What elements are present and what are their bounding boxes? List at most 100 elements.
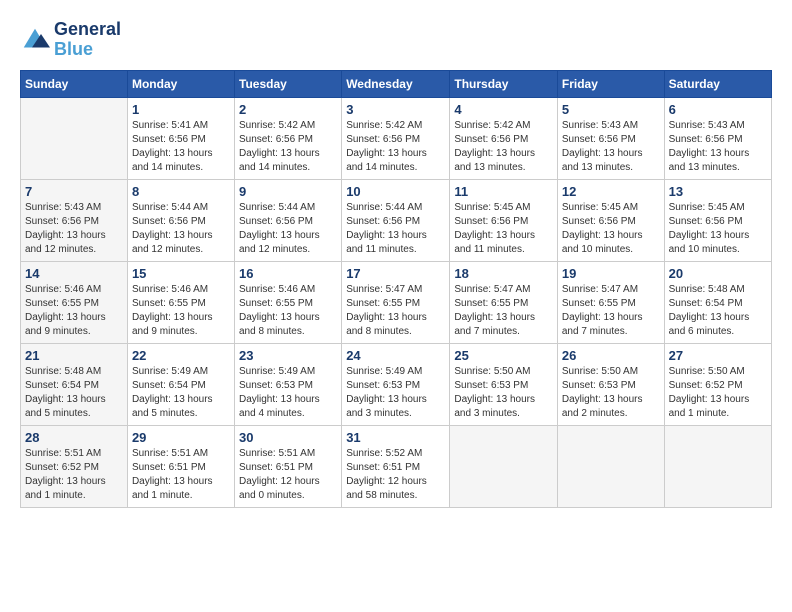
calendar-cell: 11 Sunrise: 5:45 AM Sunset: 6:56 PM Dayli…	[450, 179, 558, 261]
day-number: 6	[669, 102, 767, 117]
day-info: Sunrise: 5:50 AM Sunset: 6:52 PM Dayligh…	[669, 365, 767, 421]
weekday-header-saturday: Saturday	[664, 70, 771, 97]
calendar-cell: 2 Sunrise: 5:42 AM Sunset: 6:56 PM Daylig…	[235, 97, 342, 179]
calendar-cell: 29Sunrise: 5:51 AM Sunset: 6:51 PM Dayli…	[127, 425, 234, 507]
day-info: Sunrise: 5:41 AM Sunset: 6:56 PM Dayligh…	[132, 119, 230, 175]
day-info: Sunrise: 5:44 AM Sunset: 6:56 PM Dayligh…	[132, 201, 230, 257]
day-info: Sunrise: 5:44 AM Sunset: 6:56 PM Dayligh…	[239, 201, 337, 257]
calendar-cell: 30Sunrise: 5:51 AM Sunset: 6:51 PM Dayli…	[235, 425, 342, 507]
day-info: Sunrise: 5:49 AM Sunset: 6:53 PM Dayligh…	[346, 365, 445, 421]
weekday-header-tuesday: Tuesday	[235, 70, 342, 97]
day-number: 18	[454, 266, 553, 281]
weekday-header-sunday: Sunday	[21, 70, 128, 97]
calendar-cell	[664, 425, 771, 507]
calendar-cell: 25 Sunrise: 5:50 AM Sunset: 6:53 PM Dayli…	[450, 343, 558, 425]
calendar-week-1: 1 Sunrise: 5:41 AM Sunset: 6:56 PM Daylig…	[21, 97, 772, 179]
day-number: 5	[562, 102, 660, 117]
day-number: 2	[239, 102, 337, 117]
calendar-cell: 7Sunrise: 5:43 AM Sunset: 6:56 PM Daylig…	[21, 179, 128, 261]
day-info: Sunrise: 5:46 AM Sunset: 6:55 PM Dayligh…	[25, 283, 123, 339]
day-number: 20	[669, 266, 767, 281]
day-number: 7	[25, 184, 123, 199]
day-number: 28	[25, 430, 123, 445]
calendar-week-3: 14 Sunrise: 5:46 AM Sunset: 6:55 PM Dayli…	[21, 261, 772, 343]
calendar-cell: 27 Sunrise: 5:50 AM Sunset: 6:52 PM Dayli…	[664, 343, 771, 425]
calendar-cell: 12 Sunrise: 5:45 AM Sunset: 6:56 PM Dayli…	[557, 179, 664, 261]
day-info: Sunrise: 5:43 AM Sunset: 6:56 PM Dayligh…	[669, 119, 767, 175]
weekday-header-row: SundayMondayTuesdayWednesdayThursdayFrid…	[21, 70, 772, 97]
weekday-header-thursday: Thursday	[450, 70, 558, 97]
day-number: 3	[346, 102, 445, 117]
day-number: 26	[562, 348, 660, 363]
calendar-cell: 26 Sunrise: 5:50 AM Sunset: 6:53 PM Dayli…	[557, 343, 664, 425]
day-number: 10	[346, 184, 445, 199]
calendar-cell	[21, 97, 128, 179]
calendar-cell	[557, 425, 664, 507]
day-info: Sunrise: 5:43 AM Sunset: 6:56 PM Dayligh…	[562, 119, 660, 175]
calendar-cell: 15Sunrise: 5:46 AM Sunset: 6:55 PM Dayli…	[127, 261, 234, 343]
day-info: Sunrise: 5:44 AM Sunset: 6:56 PM Dayligh…	[346, 201, 445, 257]
day-info: Sunrise: 5:47 AM Sunset: 6:55 PM Dayligh…	[562, 283, 660, 339]
day-info: Sunrise: 5:45 AM Sunset: 6:56 PM Dayligh…	[454, 201, 553, 257]
day-number: 24	[346, 348, 445, 363]
day-number: 31	[346, 430, 445, 445]
day-info: Sunrise: 5:42 AM Sunset: 6:56 PM Dayligh…	[346, 119, 445, 175]
weekday-header-wednesday: Wednesday	[342, 70, 450, 97]
calendar-cell: 19 Sunrise: 5:47 AM Sunset: 6:55 PM Dayli…	[557, 261, 664, 343]
day-info: Sunrise: 5:51 AM Sunset: 6:52 PM Dayligh…	[25, 447, 123, 503]
logo-icon	[20, 25, 50, 55]
calendar-cell: 31 Sunrise: 5:52 AM Sunset: 6:51 PM Dayli…	[342, 425, 450, 507]
day-number: 8	[132, 184, 230, 199]
calendar-table: SundayMondayTuesdayWednesdayThursdayFrid…	[20, 70, 772, 508]
day-info: Sunrise: 5:48 AM Sunset: 6:54 PM Dayligh…	[669, 283, 767, 339]
day-number: 12	[562, 184, 660, 199]
day-info: Sunrise: 5:42 AM Sunset: 6:56 PM Dayligh…	[454, 119, 553, 175]
day-number: 16	[239, 266, 337, 281]
calendar-cell	[450, 425, 558, 507]
calendar-cell: 18 Sunrise: 5:47 AM Sunset: 6:55 PM Dayli…	[450, 261, 558, 343]
day-info: Sunrise: 5:42 AM Sunset: 6:56 PM Dayligh…	[239, 119, 337, 175]
day-info: Sunrise: 5:45 AM Sunset: 6:56 PM Dayligh…	[562, 201, 660, 257]
calendar-cell: 3 Sunrise: 5:42 AM Sunset: 6:56 PM Daylig…	[342, 97, 450, 179]
day-info: Sunrise: 5:47 AM Sunset: 6:55 PM Dayligh…	[454, 283, 553, 339]
day-info: Sunrise: 5:49 AM Sunset: 6:53 PM Dayligh…	[239, 365, 337, 421]
calendar-cell: 23 Sunrise: 5:49 AM Sunset: 6:53 PM Dayli…	[235, 343, 342, 425]
day-info: Sunrise: 5:48 AM Sunset: 6:54 PM Dayligh…	[25, 365, 123, 421]
calendar-cell: 22Sunrise: 5:49 AM Sunset: 6:54 PM Dayli…	[127, 343, 234, 425]
calendar-cell: 24 Sunrise: 5:49 AM Sunset: 6:53 PM Dayli…	[342, 343, 450, 425]
day-number: 9	[239, 184, 337, 199]
day-number: 13	[669, 184, 767, 199]
calendar-cell: 4 Sunrise: 5:42 AM Sunset: 6:56 PM Daylig…	[450, 97, 558, 179]
calendar-cell: 16Sunrise: 5:46 AM Sunset: 6:55 PM Dayli…	[235, 261, 342, 343]
calendar-cell: 21 Sunrise: 5:48 AM Sunset: 6:54 PM Dayli…	[21, 343, 128, 425]
day-number: 17	[346, 266, 445, 281]
calendar-cell: 9 Sunrise: 5:44 AM Sunset: 6:56 PM Daylig…	[235, 179, 342, 261]
day-number: 22	[132, 348, 230, 363]
day-info: Sunrise: 5:52 AM Sunset: 6:51 PM Dayligh…	[346, 447, 445, 503]
day-number: 4	[454, 102, 553, 117]
calendar-cell: 17 Sunrise: 5:47 AM Sunset: 6:55 PM Dayli…	[342, 261, 450, 343]
calendar-cell: 10 Sunrise: 5:44 AM Sunset: 6:56 PM Dayli…	[342, 179, 450, 261]
day-info: Sunrise: 5:50 AM Sunset: 6:53 PM Dayligh…	[454, 365, 553, 421]
day-number: 23	[239, 348, 337, 363]
calendar-week-4: 21 Sunrise: 5:48 AM Sunset: 6:54 PM Dayli…	[21, 343, 772, 425]
day-info: Sunrise: 5:50 AM Sunset: 6:53 PM Dayligh…	[562, 365, 660, 421]
day-number: 19	[562, 266, 660, 281]
day-number: 15	[132, 266, 230, 281]
day-number: 14	[25, 266, 123, 281]
day-number: 25	[454, 348, 553, 363]
day-info: Sunrise: 5:51 AM Sunset: 6:51 PM Dayligh…	[239, 447, 337, 503]
calendar-cell: 14 Sunrise: 5:46 AM Sunset: 6:55 PM Dayli…	[21, 261, 128, 343]
day-number: 21	[25, 348, 123, 363]
day-number: 27	[669, 348, 767, 363]
calendar-week-2: 7Sunrise: 5:43 AM Sunset: 6:56 PM Daylig…	[21, 179, 772, 261]
calendar-cell: 5 Sunrise: 5:43 AM Sunset: 6:56 PM Daylig…	[557, 97, 664, 179]
day-number: 11	[454, 184, 553, 199]
day-number: 1	[132, 102, 230, 117]
calendar-cell: 13Sunrise: 5:45 AM Sunset: 6:56 PM Dayli…	[664, 179, 771, 261]
logo: General Blue	[20, 20, 121, 60]
calendar-cell: 20 Sunrise: 5:48 AM Sunset: 6:54 PM Dayli…	[664, 261, 771, 343]
day-info: Sunrise: 5:47 AM Sunset: 6:55 PM Dayligh…	[346, 283, 445, 339]
calendar-cell: 1 Sunrise: 5:41 AM Sunset: 6:56 PM Daylig…	[127, 97, 234, 179]
calendar-cell: 8 Sunrise: 5:44 AM Sunset: 6:56 PM Daylig…	[127, 179, 234, 261]
